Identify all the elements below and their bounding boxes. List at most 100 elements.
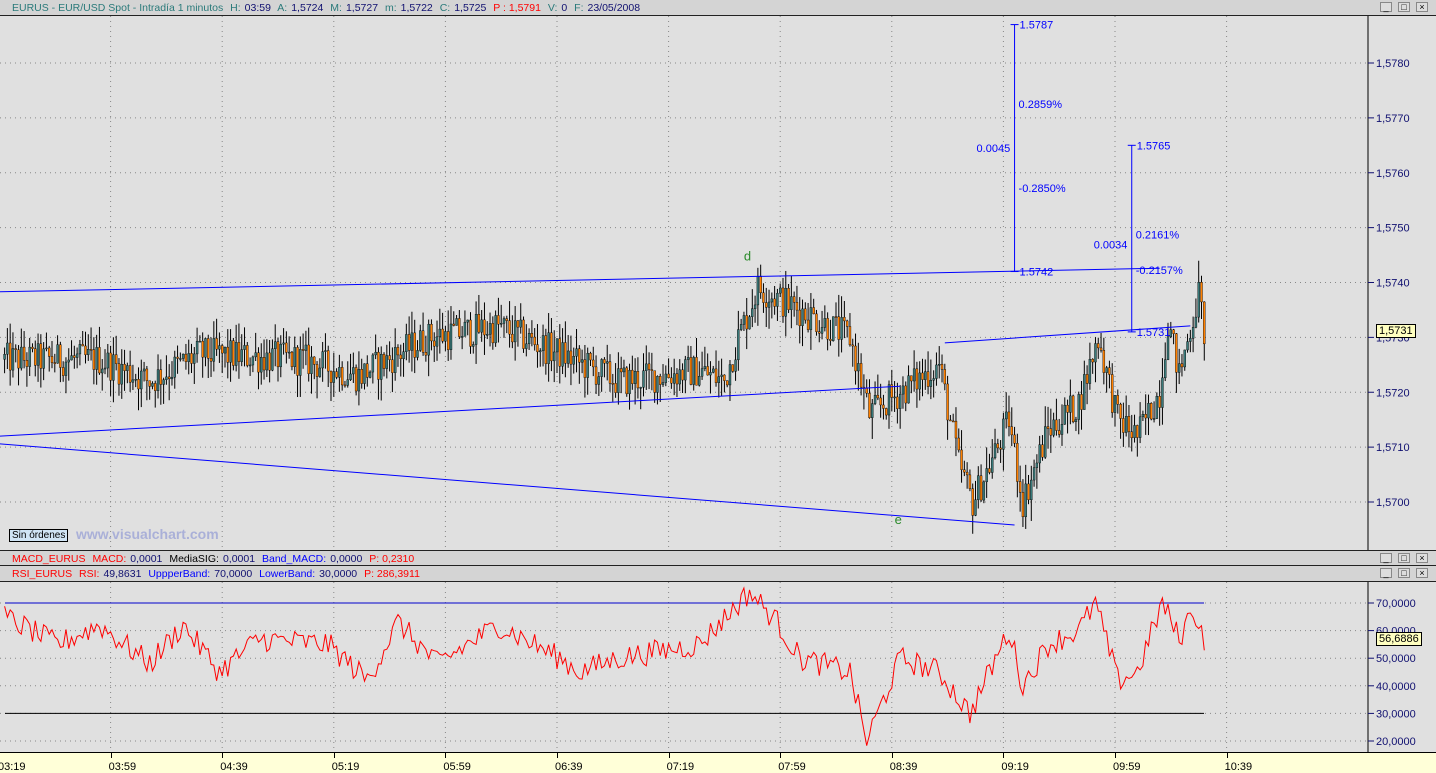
candle-body	[692, 357, 695, 385]
candle-body	[207, 338, 210, 359]
candle-body	[935, 364, 938, 379]
candle-body	[706, 366, 709, 376]
candle-body	[812, 307, 815, 315]
candle-body	[151, 383, 154, 387]
price-tick-label: 1,5740	[1376, 278, 1410, 290]
candle-body	[926, 371, 930, 387]
a-label: A:	[277, 2, 288, 14]
candle-body	[441, 328, 444, 342]
candle-body	[806, 319, 810, 330]
v-label: V:	[547, 2, 558, 14]
candle-body	[1200, 282, 1203, 303]
maximize-button[interactable]: □	[1398, 553, 1410, 563]
candle-body	[287, 351, 291, 354]
candle-body	[792, 296, 796, 303]
price-chart[interactable]: 1,57001,57101,57201,57301,57401,57501,57…	[0, 16, 1436, 550]
price-tick-label: 1,5720	[1376, 387, 1410, 399]
candle-body	[818, 331, 821, 334]
candle-body	[268, 352, 271, 371]
candle-body	[633, 371, 637, 384]
candle-body	[488, 323, 492, 335]
candle-body	[123, 364, 126, 371]
candle-body	[798, 309, 801, 326]
candle-body	[1074, 419, 1078, 423]
rsi-tick-label: 40,0000	[1376, 681, 1416, 693]
time-tick	[110, 753, 112, 758]
candle-body	[910, 375, 913, 382]
candle-body	[1144, 414, 1147, 419]
candle-body	[929, 380, 933, 387]
orders-button[interactable]: Sin órdenes	[9, 529, 69, 542]
candle-body	[575, 348, 578, 357]
candle-body	[940, 363, 944, 370]
candle-body	[1004, 411, 1008, 420]
minimize-button[interactable]: _	[1380, 553, 1392, 563]
candle-body	[1002, 418, 1005, 450]
macd-name: MACD_EURUS	[12, 553, 86, 565]
rsi-chart[interactable]: 20,000030,000040,000050,000060,000070,00…	[0, 582, 1436, 752]
macd-p: P: 0,2310	[369, 553, 415, 565]
candle-body	[472, 344, 475, 347]
candle-body	[59, 344, 62, 368]
candle-body	[1046, 426, 1050, 429]
candle-body	[360, 369, 363, 384]
candle-body	[1057, 430, 1061, 435]
candle-body	[1177, 363, 1181, 373]
candle-body	[871, 403, 874, 418]
candle-body	[332, 371, 335, 383]
candle-body	[625, 367, 628, 395]
candle-body	[1066, 404, 1069, 413]
candle-body	[301, 349, 305, 351]
measure-diff-label: 0.0045	[977, 143, 1011, 155]
close-button[interactable]: ×	[1416, 568, 1428, 578]
candle-body	[218, 345, 221, 350]
candle-body	[463, 321, 467, 337]
candle-body	[1194, 316, 1198, 328]
candle-body	[670, 377, 673, 384]
measure-up-pct: 0.2161%	[1136, 230, 1180, 242]
candle-body	[324, 350, 327, 352]
candle-body	[1027, 483, 1030, 501]
candle-body	[809, 307, 813, 330]
time-tick	[891, 753, 893, 758]
time-tick-label: 03:19	[0, 761, 26, 773]
candle-body	[592, 359, 595, 368]
candle-body	[282, 342, 285, 345]
candle-body	[790, 296, 793, 310]
candle-body	[946, 383, 949, 421]
close-button[interactable]: ×	[1416, 553, 1428, 563]
candle-body	[525, 343, 528, 349]
close-button[interactable]: ×	[1416, 2, 1428, 12]
candle-body	[739, 324, 743, 330]
candle-body	[1203, 301, 1206, 345]
candle-body	[405, 334, 408, 352]
chart-title-bar: EURUS - EUR/USD Spot - Intradía 1 minuto…	[0, 0, 1436, 16]
candle-body	[843, 317, 846, 322]
lower-value: 30,0000	[319, 568, 358, 580]
candle-body	[128, 365, 132, 383]
time-tick-label: 07:19	[666, 761, 695, 773]
candle-body	[14, 348, 17, 350]
minimize-button[interactable]: _	[1380, 568, 1392, 578]
candle-body	[767, 301, 771, 308]
rsi-tick-label: 20,0000	[1376, 736, 1416, 748]
candle-body	[98, 347, 101, 374]
candle-body	[42, 348, 45, 369]
h-label: H:	[230, 2, 241, 14]
candle-body	[190, 353, 193, 364]
wave-label: e	[895, 512, 902, 527]
candle-body	[193, 353, 196, 364]
candle-body	[6, 342, 9, 355]
minimize-button[interactable]: _	[1380, 2, 1392, 12]
candle-body	[313, 356, 316, 365]
maximize-button[interactable]: □	[1398, 2, 1410, 12]
candle-body	[539, 350, 542, 353]
candle-body	[971, 488, 974, 516]
maximize-button[interactable]: □	[1398, 568, 1410, 578]
candle-body	[622, 367, 626, 373]
candle-body	[357, 369, 361, 392]
candle-body	[254, 352, 257, 358]
candle-body	[586, 352, 589, 378]
candle-body	[170, 376, 174, 380]
candle-body	[949, 419, 952, 422]
